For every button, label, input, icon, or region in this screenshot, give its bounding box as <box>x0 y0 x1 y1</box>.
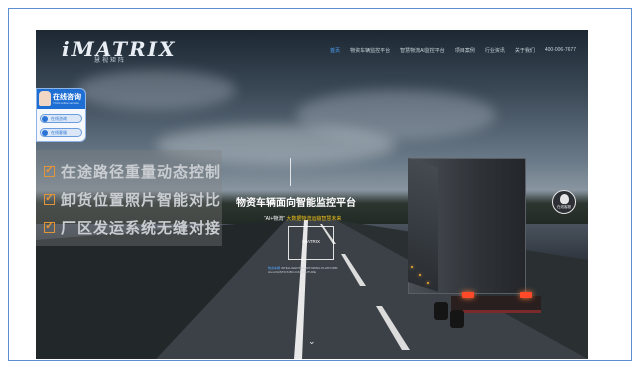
side-marker-light <box>419 274 421 276</box>
feature-text: 在途路径重量动态控制 <box>61 164 222 181</box>
nav-item-cases[interactable]: 项目案例 <box>455 47 475 54</box>
consult-qq-button-1[interactable]: 在线咨询 <box>40 114 82 123</box>
qq-icon <box>42 116 48 122</box>
feature-item: 厂区发运系统无缝对接 <box>44 217 221 238</box>
hero-tagline: “AI+物流” 大数据物流运输智慧未来 <box>264 215 341 222</box>
consult-qq-button-2[interactable]: 在线客服 <box>40 128 82 137</box>
chevron-down-icon[interactable]: ⌄ <box>308 336 316 347</box>
nav-item-news[interactable]: 行业资讯 <box>485 47 505 54</box>
nav-item-ai-logistics[interactable]: 智慧物流AI监控平台 <box>400 47 445 54</box>
online-service-button[interactable]: 在线客服 <box>552 190 576 214</box>
taillight <box>520 292 532 298</box>
feature-text: 卸货位置照片智能对比 <box>61 192 222 209</box>
hero-description: 物资车辆 INTELLIGENT MONITORING PLATFORM AI+… <box>268 266 337 274</box>
desc-line-2: AI+LOGISTICS BIG DATA FUTURE <box>268 270 316 274</box>
consult-subtitle: 7×24 online service <box>53 101 79 105</box>
truck-side <box>408 158 438 292</box>
check-icon <box>44 219 55 233</box>
truck-bumper <box>451 296 541 313</box>
tagline-highlight: 大数据物流运输智慧未来 <box>286 216 342 222</box>
nav-item-vehicle-monitoring[interactable]: 物资车辆监控平台 <box>350 47 390 54</box>
hero-cta-button[interactable]: IMATRIX <box>288 226 334 260</box>
feature-item: 卸货位置照片智能对比 <box>44 189 221 210</box>
main-nav: 首页 物资车辆监控平台 智慧物流AI监控平台 项目案例 行业资讯 关于我们 40… <box>330 47 576 54</box>
side-marker-light <box>427 282 429 284</box>
service-label: 在线客服 <box>557 205 571 209</box>
wheel <box>450 310 464 328</box>
side-marker-light <box>411 266 413 268</box>
tagline-prefix: “AI+物流” <box>264 216 285 222</box>
nav-item-about[interactable]: 关于我们 <box>515 47 535 54</box>
feature-text: 厂区发运系统无缝对接 <box>61 220 222 237</box>
qq-icon <box>42 130 48 136</box>
top-navbar: iMATRIX 慧视矩阵 首页 物资车辆监控平台 智慧物流AI监控平台 项目案例… <box>36 30 588 70</box>
hero-cta-label: IMATRIX <box>302 239 320 244</box>
consult-qq-label-1: 在线咨询 <box>51 116 67 121</box>
feature-panel: 在途路径重量动态控制 卸货位置照片智能对比 厂区发运系统无缝对接 <box>36 150 222 246</box>
brand-logo-subtitle: 慧视矩阵 <box>94 58 127 64</box>
nav-item-phone: 400-006-7677 <box>544 47 576 53</box>
check-icon <box>44 163 55 177</box>
consult-qq-label-2: 在线客服 <box>51 130 67 135</box>
wheel <box>434 302 448 320</box>
taillight <box>462 292 474 298</box>
cloud <box>76 70 236 110</box>
hero-divider-line <box>290 158 291 186</box>
feature-item: 在途路径重量动态控制 <box>44 161 221 182</box>
check-icon <box>44 191 55 205</box>
consult-header: 在线咨询 7×24 online service <box>37 89 85 109</box>
nav-item-home[interactable]: 首页 <box>330 47 340 54</box>
online-consult-widget: 在线咨询 7×24 online service 在线咨询 在线客服 <box>36 88 86 142</box>
hero-headline: 物资车辆面向智能监控平台 <box>236 198 356 209</box>
agent-avatar <box>39 91 51 106</box>
hero-banner: iMATRIX 慧视矩阵 首页 物资车辆监控平台 智慧物流AI监控平台 项目案例… <box>36 30 588 359</box>
headset-icon <box>560 194 569 204</box>
